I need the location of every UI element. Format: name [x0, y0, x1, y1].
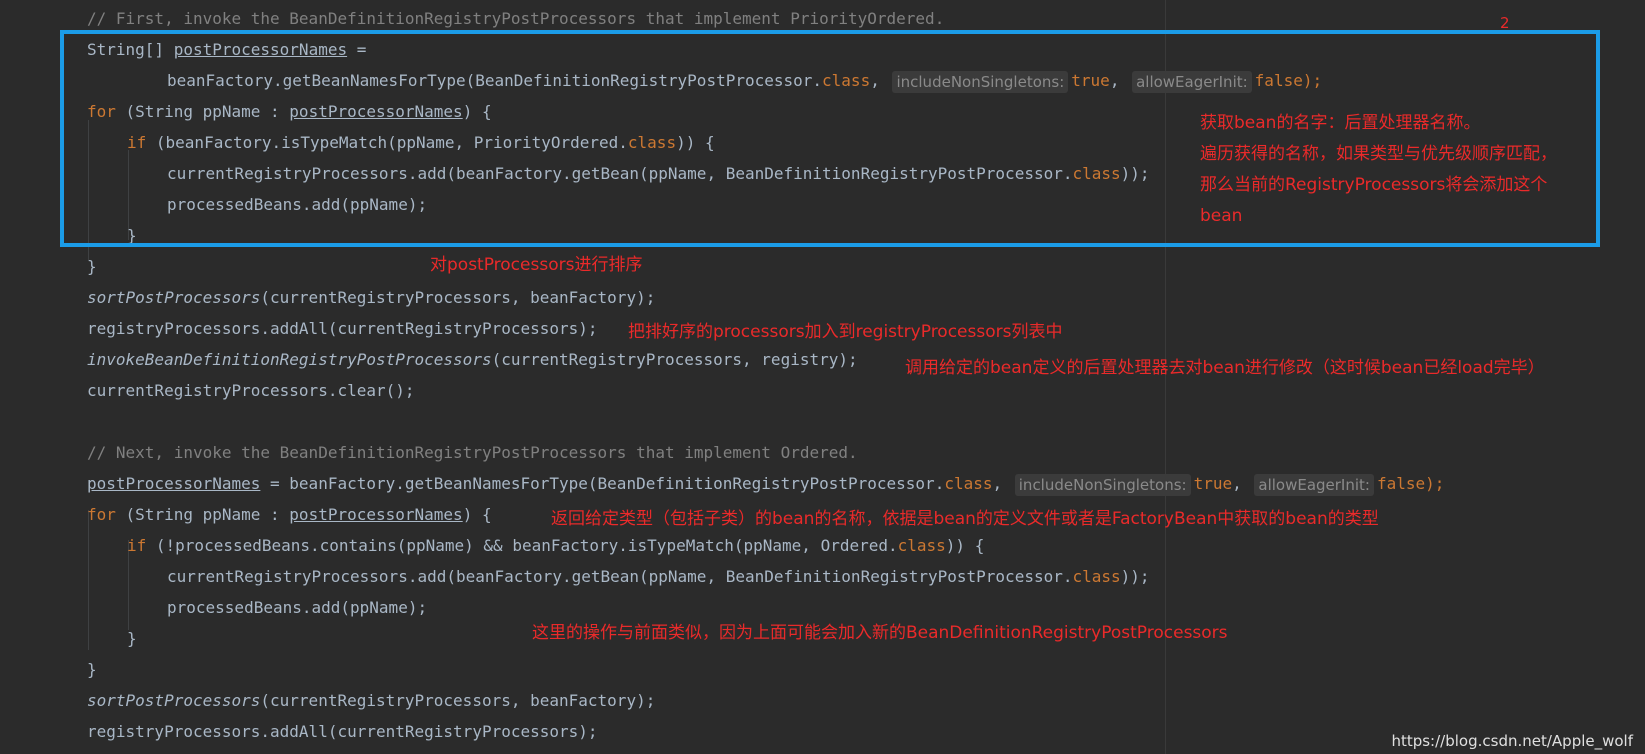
annotation-addall-note: 把排好序的processors加入到registryProcessors列表中 [628, 322, 1063, 342]
watermark: https://blog.csdn.net/Apple_wolf [1391, 732, 1633, 750]
box-marker-number: 2 [1500, 14, 1510, 32]
code-token: )) { [945, 536, 985, 555]
annotation-sort-note: 对postProcessors进行排序 [430, 255, 643, 275]
indent-guide [88, 510, 89, 650]
code-line[interactable]: } [87, 251, 97, 282]
code-token: (currentRegistryProcessors, registry); [491, 350, 858, 369]
code-line[interactable]: } [87, 654, 97, 685]
code-keyword: class [1072, 567, 1121, 586]
parameter-hint: allowEagerInit: [1254, 473, 1374, 496]
code-token: (currentRegistryProcessors, beanFactory)… [260, 691, 656, 710]
code-keyword: for [87, 505, 116, 524]
code-keyword: class [897, 536, 946, 555]
code-token: )); [1120, 567, 1150, 586]
code-function: invokeBeanDefinitionRegistryPostProcesso… [87, 350, 492, 369]
code-line[interactable]: registryProcessors.addAll(currentRegistr… [87, 716, 598, 747]
code-token: , [992, 474, 1012, 493]
code-line-comment[interactable]: // Next, invoke the BeanDefinitionRegist… [87, 437, 858, 468]
code-line[interactable]: } [127, 623, 137, 654]
code-line[interactable]: invokeBeanDefinitionRegistryPostProcesso… [87, 344, 858, 375]
annotation-similar-note: 这里的操作与前面类似，因为上面可能会加入新的BeanDefinitionRegi… [532, 623, 1228, 643]
code-token: ) { [462, 505, 492, 524]
code-token: ); [1425, 474, 1445, 493]
annotation-for-note: 返回给定类型（包括子类）的bean的名称，依据是bean的定义文件或者是Fact… [551, 509, 1379, 529]
code-keyword: true [1193, 474, 1233, 493]
code-line[interactable]: currentRegistryProcessors.add(beanFactor… [167, 561, 1150, 592]
code-function: sortPostProcessors [87, 691, 261, 710]
code-variable: postProcessorNames [87, 474, 261, 493]
code-line[interactable]: sortPostProcessors(currentRegistryProces… [87, 282, 655, 313]
code-line[interactable]: processedBeans.add(ppName); [167, 592, 427, 623]
parameter-hint: includeNonSingletons: [1014, 473, 1191, 496]
code-keyword: false [1376, 474, 1426, 493]
code-token: = beanFactory.getBeanNamesForType(BeanDe… [260, 474, 945, 493]
code-line[interactable]: for (String ppName : postProcessorNames)… [87, 499, 492, 530]
code-line[interactable]: sortPostProcessors(currentRegistryProces… [87, 685, 655, 716]
code-line[interactable]: postProcessorNames = beanFactory.getBean… [87, 468, 1444, 499]
code-line[interactable]: currentRegistryProcessors.clear(); [87, 375, 415, 406]
code-function: sortPostProcessors [87, 288, 261, 307]
code-token: (!processedBeans.contains(ppName) && bea… [146, 536, 898, 555]
code-line[interactable]: registryProcessors.addAll(currentRegistr… [87, 313, 598, 344]
code-token: (String ppName : [115, 505, 290, 524]
code-keyword: class [944, 474, 993, 493]
annotation-box-note: 获取bean的名字：后置处理器名称。 遍历获得的名称，如果类型与优先级顺序匹配，… [1200, 113, 1557, 226]
code-variable: postProcessorNames [289, 505, 463, 524]
annotation-invoke-note: 调用给定的bean定义的后置处理器去对bean进行修改（这时候bean已经loa… [905, 358, 1545, 378]
code-token: currentRegistryProcessors.add(beanFactor… [167, 567, 1073, 586]
code-token: (currentRegistryProcessors, beanFactory)… [260, 288, 656, 307]
code-keyword: if [127, 536, 147, 555]
code-token: , [1232, 474, 1252, 493]
